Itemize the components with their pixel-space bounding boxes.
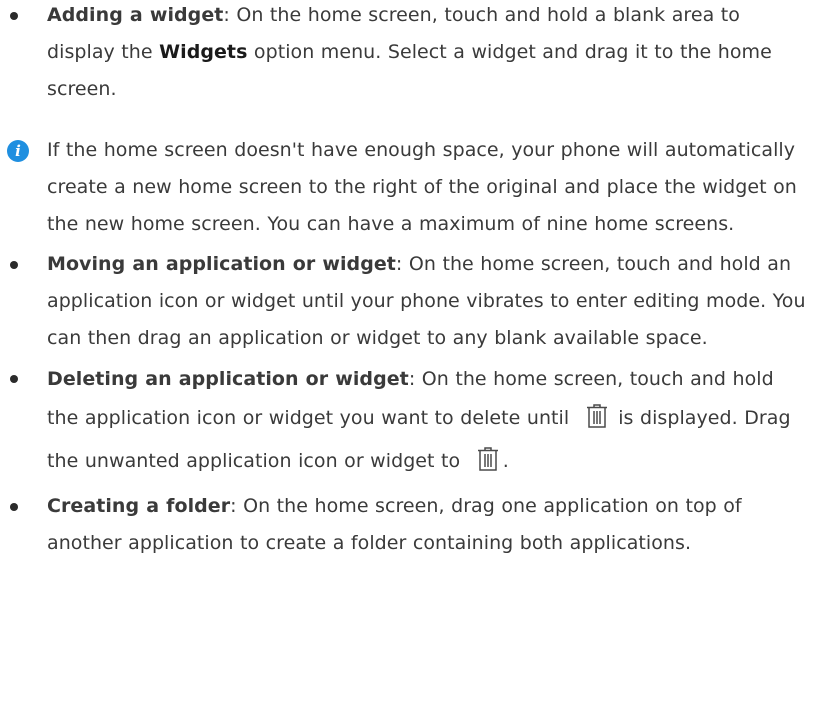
- bullet: [10, 261, 18, 269]
- widgets-menu-name: Widgets: [159, 41, 248, 63]
- bullet: [10, 12, 18, 20]
- trash-icon: [477, 446, 499, 485]
- item-title: Deleting an application or widget: [47, 368, 409, 390]
- bullet: [10, 375, 18, 383]
- item-title: Moving an application or widget: [47, 253, 396, 275]
- list-item-moving-app: Moving an application or widget: On the …: [0, 246, 815, 357]
- list-item-adding-widget: Adding a widget: On the home screen, tou…: [0, 0, 815, 108]
- document-body: Adding a widget: On the home screen, tou…: [0, 0, 815, 554]
- info-icon: i: [7, 140, 29, 162]
- trash-icon: [586, 403, 608, 442]
- item-text: .: [502, 450, 509, 472]
- item-title: Creating a folder: [47, 495, 231, 517]
- item-title: Adding a widget: [47, 4, 224, 26]
- list-item-creating-folder: Creating a folder: On the home screen, d…: [0, 488, 815, 562]
- note-text: If the home screen doesn't have enough s…: [47, 139, 797, 235]
- info-note: i If the home screen doesn't have enough…: [0, 132, 815, 243]
- list-item-deleting-app: Deleting an application or widget: On th…: [0, 360, 815, 485]
- bullet: [10, 503, 18, 511]
